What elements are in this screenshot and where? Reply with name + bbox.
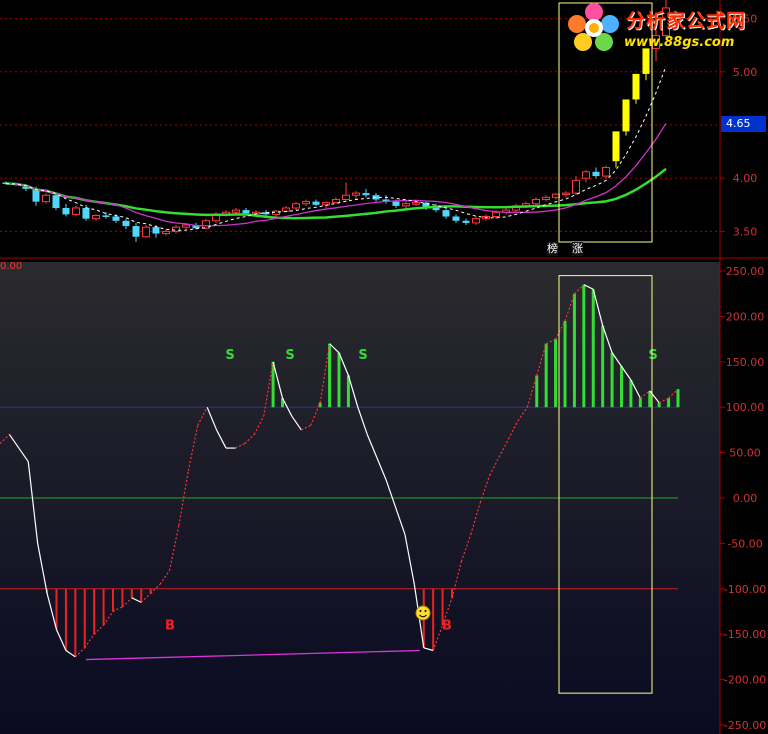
candle-body [122,220,130,227]
tag-left-label: 榜 [547,242,558,256]
smiley-eye [424,610,427,612]
candle-body [392,201,400,206]
candle-body [562,192,570,196]
candle-body [472,218,480,224]
current-price-tag: 4.65 [721,116,766,132]
candle-body [432,207,440,211]
candle-body [462,220,470,223]
sub-tick-label: 0.00 [733,492,758,505]
signal-b-label: B [442,619,452,634]
candle-body [322,202,330,206]
sub-axis-corner-label: 0.00 [0,261,22,272]
candle-body [292,203,300,209]
watermark-url: www.88gs.com [624,35,735,50]
candle-body [612,131,620,162]
candle-body [52,195,60,208]
candle-body [532,198,540,205]
sub-tick-label: 50.00 [729,447,761,460]
sub-tick-label: -200.00 [724,674,766,687]
candle-body [182,224,190,228]
candle-body [582,171,590,179]
candle-body [622,99,630,132]
candle-body [362,193,370,196]
candle-body [542,196,550,200]
smiley-icon [415,605,431,621]
signal-s-label: S [225,348,234,363]
smiley-face [415,605,431,621]
smiley-eye [419,610,422,612]
watermark: 分析家公式网 www.88gs.com [568,2,764,54]
main-tick-label: 4.00 [733,172,758,185]
watermark-title: 分析家公式网 [626,10,747,32]
candle-body [102,215,110,217]
candle-body [402,203,410,207]
signal-b-label: B [165,619,175,634]
candle-body [452,216,460,221]
candle-body [332,198,340,204]
main-tick-label: 5.00 [733,66,758,79]
candle-body [112,216,120,221]
candle-body [152,227,160,234]
candle-body [552,193,560,198]
candle-body [312,201,320,205]
candle-body [412,202,420,205]
signal-s-label: S [648,348,657,363]
candle-body [352,192,360,196]
sub-tick-label: -250.00 [724,719,766,732]
signal-s-label: S [358,348,367,363]
candle-body [92,214,100,220]
sub-tick-label: 100.00 [726,401,765,414]
candle-body [602,167,610,177]
candle-body [632,73,640,100]
flower-logo-icon [568,3,619,51]
candle-body [162,230,170,235]
sub-tick-label: 250.00 [726,265,765,278]
sub-tick-label: 200.00 [726,310,765,323]
sub-tick-label: -100.00 [724,583,766,596]
candle-body [42,194,50,203]
candle-body [342,194,350,200]
signal-s-label: S [285,348,294,363]
sub-tick-label: 150.00 [726,356,765,369]
candle-body [282,207,290,212]
sub-tick-label: -150.00 [724,628,766,641]
candle-body [442,210,450,217]
candle-body [62,207,70,215]
stock-chart: 5.505.004.504.003.50 250.00200.00150.001… [0,0,768,734]
candle-body [242,210,250,214]
candle-body [232,209,240,213]
candle-body [82,207,90,219]
main-tick-label: 3.50 [733,225,758,238]
candle-body [302,201,310,205]
candle-body [132,226,140,237]
sub-tick-label: -50.00 [727,537,762,550]
candle-body [142,226,150,238]
candle-body [492,211,500,218]
candle-body [572,179,580,194]
candle-body [592,171,600,177]
candle-body [72,207,80,215]
tag-right-label: 涨 [572,242,583,256]
